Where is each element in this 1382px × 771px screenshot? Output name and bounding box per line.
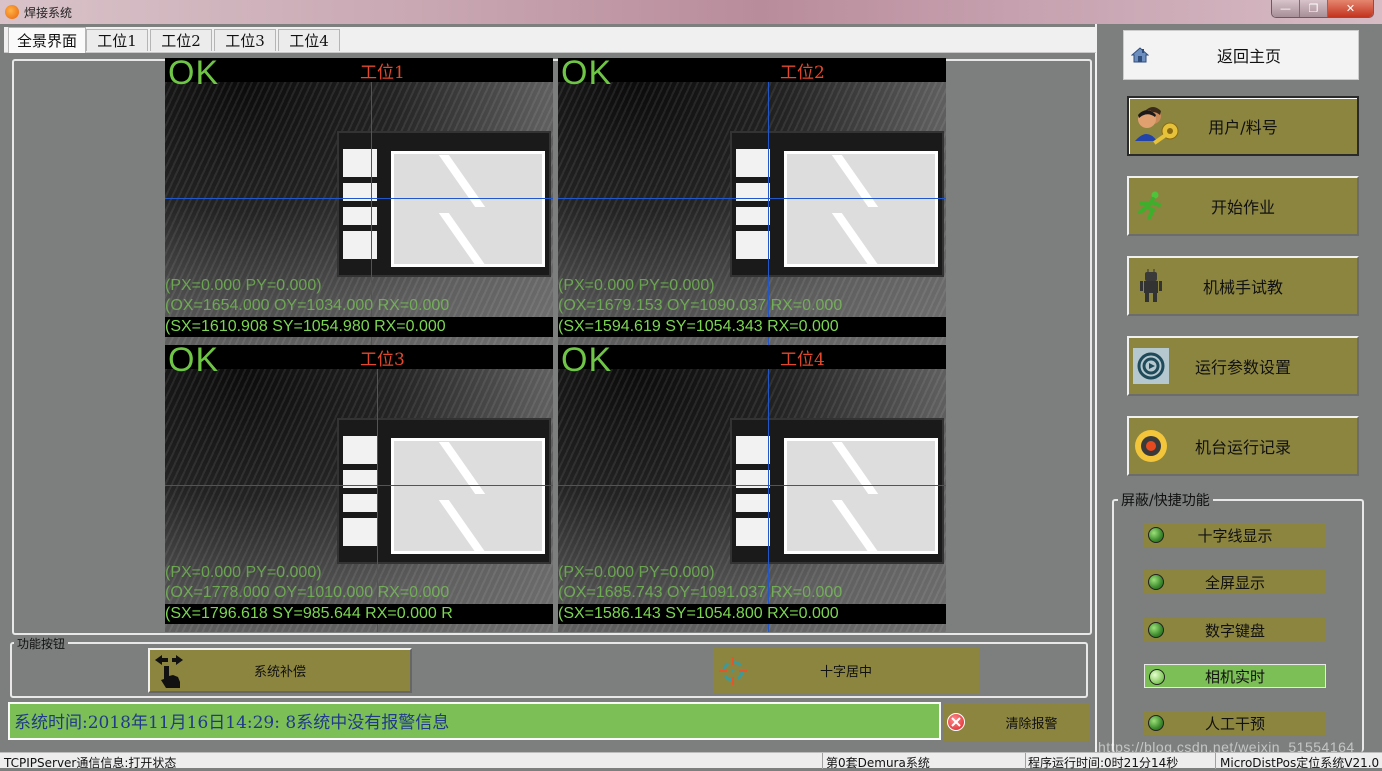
sx-readout: (SX=1796.618 SY=985.644 RX=0.000 R — [165, 604, 553, 624]
robot-icon — [1133, 268, 1169, 304]
camera-view-station-1[interactable]: OK 工位1 (PX=0.000 PY=0.000) (OX=1654.000 … — [165, 58, 553, 345]
minimize-button[interactable]: — — [1272, 0, 1300, 17]
nav-user-part-button[interactable]: 用户/料号 — [1127, 96, 1359, 156]
shortcut-label: 十字线显示 — [1197, 526, 1273, 545]
station-title: 工位4 — [780, 350, 825, 370]
tab-strip: 全景界面 工位1 工位2 工位3 工位4 — [4, 27, 1096, 53]
nav-robot-teach-label: 机械手试教 — [1202, 278, 1283, 297]
camera-view-station-3[interactable]: OK 工位3 (PX=0.000 PY=0.000) (OX=1778.000 … — [165, 345, 553, 632]
px-readout: (PX=0.000 PY=0.000) — [558, 564, 715, 581]
tab-station-4[interactable]: 工位4 — [278, 29, 340, 51]
camera-view-station-2[interactable]: OK 工位2 (PX=0.000 PY=0.000) (OX=1679.153 … — [558, 58, 946, 345]
status-bar: TCPIPServer通信信息:打开状态 第0套Demura系统 程序运行时间:… — [0, 752, 1382, 770]
crosshair-horizontal — [165, 198, 553, 199]
ox-readout: (OX=1679.153 OY=1090.037 RX=0.000 — [558, 297, 843, 314]
px-readout: (PX=0.000 PY=0.000) — [165, 564, 322, 581]
nav-user-part-label: 用户/料号 — [1208, 118, 1278, 137]
workpiece-chip — [730, 131, 944, 277]
shortcut-label: 相机实时 — [1204, 667, 1265, 686]
return-home-button[interactable]: 返回主页 — [1123, 30, 1359, 80]
tcp-status: TCPIPServer通信信息:打开状态 — [4, 756, 177, 770]
tab-station-3[interactable]: 工位3 — [214, 29, 276, 51]
ox-readout: (OX=1778.000 OY=1010.000 RX=0.000 — [165, 584, 450, 601]
nav-machine-log-button[interactable]: 机台运行记录 — [1127, 416, 1359, 476]
station-title: 工位3 — [360, 350, 405, 370]
shortcut-camera-live-toggle[interactable]: 相机实时 — [1144, 664, 1326, 688]
maximize-button[interactable]: ❐ — [1300, 0, 1328, 17]
inspection-result: OK — [561, 345, 613, 379]
shortcut-manual-intervene-toggle[interactable]: 人工干预 — [1144, 711, 1326, 735]
clear-alarm-label: 清除报警 — [1005, 716, 1058, 732]
crosshair-horizontal — [558, 485, 946, 486]
nav-start-job-button[interactable]: 开始作业 — [1127, 176, 1359, 236]
status-separator — [1215, 753, 1216, 769]
status-separator — [822, 753, 823, 769]
workpiece-chip — [730, 418, 944, 564]
touch-swipe-icon — [152, 653, 186, 689]
status-led-icon — [1148, 574, 1164, 590]
app-logo-icon — [5, 5, 19, 19]
system-compensate-label: 系统补偿 — [253, 665, 306, 680]
close-button[interactable]: ✕ — [1328, 0, 1373, 17]
workpiece-chip — [337, 418, 551, 564]
sx-readout: (SX=1586.143 SY=1054.800 RX=0.000 — [558, 604, 946, 624]
tab-station-1[interactable]: 工位1 — [86, 29, 148, 51]
workpiece-chip — [337, 131, 551, 277]
shortcut-label: 人工干预 — [1204, 714, 1265, 733]
shortcut-group-label: 屏蔽/快捷功能 — [1118, 490, 1213, 510]
px-readout: (PX=0.000 PY=0.000) — [558, 277, 715, 294]
camera-view-station-4[interactable]: OK 工位4 (PX=0.000 PY=0.000) (OX=1685.743 … — [558, 345, 946, 632]
tab-station-2[interactable]: 工位2 — [150, 29, 212, 51]
clear-alarm-button[interactable]: 清除报警 — [943, 703, 1090, 741]
cross-center-label: 十字居中 — [819, 665, 872, 680]
sx-readout: (SX=1594.619 SY=1054.343 RX=0.000 — [558, 317, 946, 337]
station-title: 工位2 — [780, 63, 825, 83]
error-x-icon — [947, 713, 965, 731]
system-status-message: 系统时间:2018年11月16日14:29: 8系统中没有报警信息 — [8, 702, 941, 740]
inspection-result: OK — [168, 58, 220, 92]
settings-dial-icon — [1133, 348, 1169, 384]
inspection-result: OK — [168, 345, 220, 379]
status-separator — [1025, 753, 1026, 769]
crosshair-horizontal — [558, 198, 946, 199]
user-key-icon — [1133, 101, 1183, 151]
system-compensate-button[interactable]: 系统补偿 — [148, 648, 412, 693]
shortcut-fullscreen-toggle[interactable]: 全屏显示 — [1144, 570, 1326, 594]
crosshair-target-icon — [715, 653, 751, 689]
px-readout: (PX=0.000 PY=0.000) — [165, 277, 322, 294]
nav-machine-log-label: 机台运行记录 — [1194, 438, 1291, 457]
home-icon — [1130, 37, 1150, 73]
tab-panorama[interactable]: 全景界面 — [8, 27, 86, 53]
status-led-icon — [1149, 669, 1165, 685]
nav-start-job-label: 开始作业 — [1210, 198, 1275, 217]
ox-readout: (OX=1654.000 OY=1034.000 RX=0.000 — [165, 297, 450, 314]
shortcut-numpad-toggle[interactable]: 数字键盘 — [1144, 618, 1326, 642]
station-title: 工位1 — [360, 63, 405, 83]
status-led-icon — [1148, 527, 1164, 543]
ox-readout: (OX=1685.743 OY=1091.037 RX=0.000 — [558, 584, 843, 601]
shortcut-crosshair-toggle[interactable]: 十字线显示 — [1144, 523, 1326, 547]
run-time: 程序运行时间:0时21分14秒 — [1028, 756, 1179, 770]
system-set: 第0套Demura系统 — [826, 756, 930, 770]
shortcut-label: 全屏显示 — [1204, 573, 1265, 592]
title-bar: 焊接系统 — ❐ ✕ — [0, 0, 1382, 24]
crosshair-horizontal — [165, 485, 553, 486]
record-disc-icon — [1133, 428, 1169, 464]
cross-center-button[interactable]: 十字居中 — [713, 648, 979, 693]
function-group-label: 功能按钮 — [14, 635, 69, 652]
shortcut-label: 数字键盘 — [1204, 621, 1265, 640]
status-led-icon — [1148, 715, 1164, 731]
return-home-label: 返回主页 — [1216, 47, 1281, 66]
inspection-result: OK — [561, 58, 613, 92]
nav-run-params-label: 运行参数设置 — [1194, 358, 1291, 377]
window-title: 焊接系统 — [24, 6, 73, 20]
nav-run-params-button[interactable]: 运行参数设置 — [1127, 336, 1359, 396]
window-controls: — ❐ ✕ — [1271, 0, 1374, 18]
version: MicroDistPos定位系统V21.0 — [1220, 756, 1380, 770]
running-man-icon — [1133, 188, 1169, 224]
nav-robot-teach-button[interactable]: 机械手试教 — [1127, 256, 1359, 316]
sx-readout: (SX=1610.908 SY=1054.980 RX=0.000 — [165, 317, 553, 337]
status-led-icon — [1148, 622, 1164, 638]
